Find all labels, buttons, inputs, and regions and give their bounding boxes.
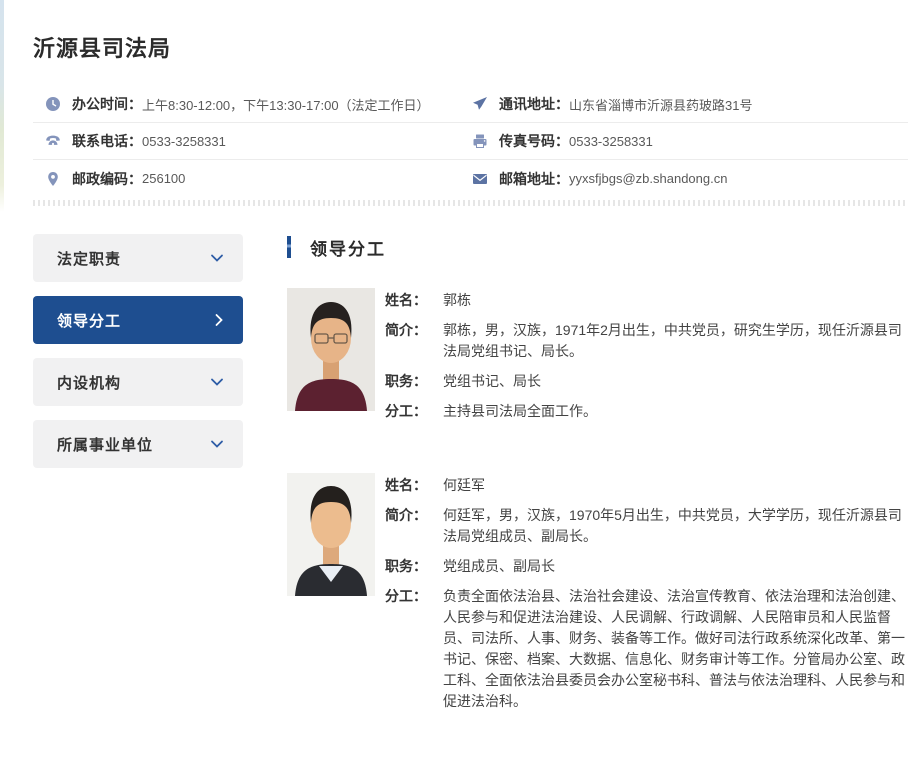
info-row-duty: 分工： 主持县司法局全面工作。 [385, 401, 912, 422]
contact-value: 山东省淄博市沂源县药玻路31号 [569, 95, 752, 114]
leader-card: 姓名： 何廷军 简介： 何廷军，男，汉族，1970年5月出生，中共党员，大学学历… [287, 473, 912, 721]
sidebar-item-label: 领导分工 [57, 310, 121, 331]
chevron-down-icon [210, 439, 224, 449]
sidebar-item-leadership-division[interactable]: 领导分工 [33, 296, 243, 344]
contact-label: 办公时间： [72, 94, 142, 114]
contact-row-phone: 联系电话： 0533-3258331 [33, 123, 470, 160]
dotted-separator [33, 200, 908, 206]
fax-icon [472, 133, 488, 149]
leader-card: 姓名： 郭栋 简介： 郭栋，男，汉族，1971年2月出生，中共党员，研究生学历，… [287, 288, 912, 431]
clock-icon [45, 96, 61, 112]
sidebar-item-legal-duties[interactable]: 法定职责 [33, 234, 243, 282]
content-area: 领导分工 姓名： 郭栋 简介： [287, 234, 912, 763]
field-label: 简介： [385, 505, 443, 547]
info-row-bio: 简介： 郭栋，男，汉族，1971年2月出生，中共党员，研究生学历，现任沂源县司法… [385, 320, 912, 362]
contact-label: 邮箱地址： [499, 169, 569, 189]
leader-duty: 负责全面依法治县、法治社会建设、法治宣传教育、依法治理和法治创建、人民参与和促进… [443, 586, 912, 712]
section-title: 领导分工 [310, 235, 386, 260]
info-row-bio: 简介： 何廷军，男，汉族，1970年5月出生，中共党员，大学学历，现任沂源县司法… [385, 505, 912, 547]
info-row-post: 职务： 党组成员、副局长 [385, 556, 912, 577]
info-row-post: 职务： 党组书记、局长 [385, 371, 912, 392]
contact-info-panel: 办公时间： 上午8:30-12:00，下午13:30-17:00（法定工作日） … [33, 86, 908, 197]
page-title: 沂源县司法局 [0, 0, 912, 62]
contact-label: 邮政编码： [72, 169, 142, 189]
leader-photo [287, 288, 375, 411]
field-label: 职务： [385, 556, 443, 577]
leader-duty: 主持县司法局全面工作。 [443, 401, 912, 422]
field-label: 姓名： [385, 290, 443, 311]
contact-label: 联系电话： [72, 131, 142, 151]
sidebar-item-internal-organs[interactable]: 内设机构 [33, 358, 243, 406]
contact-value: yyxsfjbgs@zb.shandong.cn [569, 171, 727, 186]
phone-icon [45, 133, 61, 149]
contact-value: 0533-3258331 [142, 134, 226, 149]
chevron-down-icon [210, 377, 224, 387]
contact-row-office-hours: 办公时间： 上午8:30-12:00，下午13:30-17:00（法定工作日） [33, 86, 470, 123]
leader-bio: 何廷军，男，汉族，1970年5月出生，中共党员，大学学历，现任沂源县司法局党组成… [443, 505, 912, 547]
field-label: 分工： [385, 401, 443, 422]
contact-row-postcode: 邮政编码： 256100 [33, 160, 470, 197]
section-header: 领导分工 [287, 234, 912, 260]
chevron-right-icon [214, 313, 224, 327]
leader-name: 何廷军 [443, 475, 912, 496]
leader-info: 姓名： 何廷军 简介： 何廷军，男，汉族，1970年5月出生，中共党员，大学学历… [385, 473, 912, 721]
sidebar-item-label: 内设机构 [57, 372, 121, 393]
send-icon [472, 96, 488, 112]
contact-row-email: 邮箱地址： yyxsfjbgs@zb.shandong.cn [470, 160, 908, 197]
leader-bio: 郭栋，男，汉族，1971年2月出生，中共党员，研究生学历，现任沂源县司法局党组书… [443, 320, 912, 362]
contact-label: 通讯地址： [499, 94, 569, 114]
contact-row-address: 通讯地址： 山东省淄博市沂源县药玻路31号 [470, 86, 908, 123]
contact-row-fax: 传真号码： 0533-3258331 [470, 123, 908, 160]
field-label: 简介： [385, 320, 443, 362]
sidebar-item-label: 法定职责 [57, 248, 121, 269]
leader-post: 党组书记、局长 [443, 371, 912, 392]
leader-name: 郭栋 [443, 290, 912, 311]
contact-value: 0533-3258331 [569, 134, 653, 149]
sidebar-item-affiliated-institutions[interactable]: 所属事业单位 [33, 420, 243, 468]
contact-value: 256100 [142, 171, 185, 186]
info-row-name: 姓名： 何廷军 [385, 475, 912, 496]
left-edge-decoration [0, 0, 4, 212]
contact-label: 传真号码： [499, 131, 569, 151]
main-layout: 法定职责 领导分工 内设机构 所属事业单位 领导分工 [33, 234, 912, 763]
sidebar-item-label: 所属事业单位 [57, 434, 153, 455]
field-label: 姓名： [385, 475, 443, 496]
info-row-name: 姓名： 郭栋 [385, 290, 912, 311]
section-accent-bar [287, 236, 291, 258]
leader-post: 党组成员、副局长 [443, 556, 912, 577]
leader-info: 姓名： 郭栋 简介： 郭栋，男，汉族，1971年2月出生，中共党员，研究生学历，… [385, 288, 912, 431]
field-label: 分工： [385, 586, 443, 712]
info-row-duty: 分工： 负责全面依法治县、法治社会建设、法治宣传教育、依法治理和法治创建、人民参… [385, 586, 912, 712]
chevron-down-icon [210, 253, 224, 263]
sidebar: 法定职责 领导分工 内设机构 所属事业单位 [33, 234, 243, 763]
field-label: 职务： [385, 371, 443, 392]
location-icon [45, 171, 61, 187]
leader-photo [287, 473, 375, 596]
mail-icon [472, 171, 488, 187]
contact-value: 上午8:30-12:00，下午13:30-17:00（法定工作日） [142, 95, 430, 114]
